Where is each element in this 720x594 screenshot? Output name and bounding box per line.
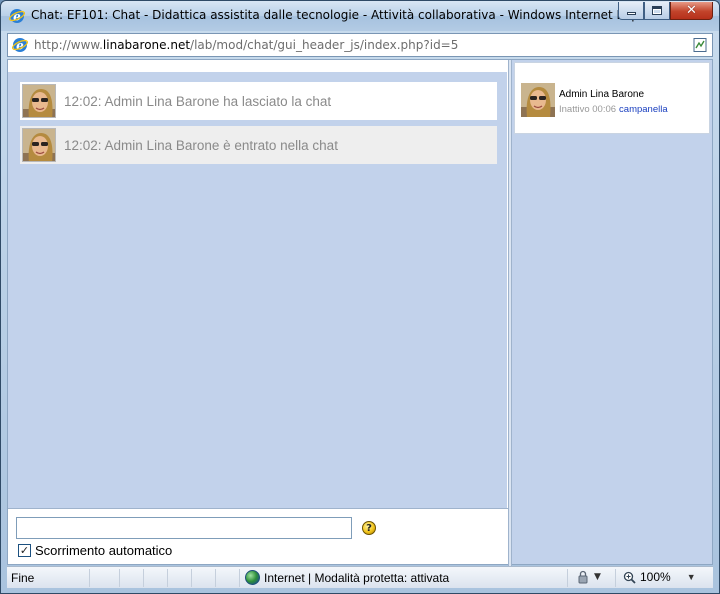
url-host: linabarone.net: [102, 38, 191, 52]
help-icon[interactable]: ?: [362, 521, 376, 535]
page-content: 12:02: Admin Lina Barone ha lasciato la …: [7, 59, 713, 566]
autoscroll-checkbox[interactable]: ✓: [18, 544, 31, 557]
avatar: [22, 128, 56, 162]
chat-message: 12:02: Admin Lina Barone ha lasciato la …: [20, 82, 497, 120]
message-input[interactable]: [16, 517, 352, 539]
idle-time: Inattivo 00:06: [559, 104, 617, 115]
ie-page-icon: e: [12, 38, 28, 53]
globe-icon: [245, 570, 260, 585]
avatar: [521, 83, 555, 117]
status-separator: [615, 569, 616, 587]
status-separator: [215, 569, 216, 587]
zoom-level: 100%: [640, 570, 671, 584]
avatar: [22, 84, 56, 118]
status-separator: [167, 569, 168, 587]
minimize-icon: [626, 12, 636, 15]
close-button[interactable]: ✕: [670, 2, 713, 20]
chat-messages-pane[interactable]: 12:02: Admin Lina Barone ha lasciato la …: [8, 60, 508, 508]
user-name: Admin Lina Barone: [559, 89, 645, 100]
users-pane: Admin Lina Barone Inattivo 00:06 campanel…: [512, 60, 712, 564]
browser-window: e Chat: EF101: Chat - Didattica assistit…: [0, 0, 720, 594]
zone-text: Internet | Modalità protetta: attivata: [264, 570, 450, 585]
close-icon: ✕: [686, 3, 697, 18]
status-separator: [119, 569, 120, 587]
bell-link[interactable]: campanella: [619, 104, 668, 115]
status-separator: [567, 569, 568, 587]
chat-top-strip: [8, 60, 508, 72]
url-prefix: http://www.: [34, 38, 103, 52]
lock-icon: [578, 570, 588, 584]
chat-message: 12:02: Admin Lina Barone è entrato nella…: [20, 126, 497, 164]
status-bar: Fine Internet | Modalità protetta: attiv…: [7, 566, 713, 588]
maximize-button[interactable]: [644, 2, 670, 20]
message-input-pane: ? ✓ Scorrimento automatico: [8, 508, 508, 564]
status-separator: [143, 569, 144, 587]
user-status: Inattivo 00:06 campanella: [559, 104, 668, 115]
message-text: 12:02: Admin Lina Barone è entrato nella…: [64, 137, 338, 153]
message-text: 12:02: Admin Lina Barone ha lasciato la …: [64, 93, 332, 109]
status-separator: [239, 569, 240, 587]
title-bar[interactable]: e Chat: EF101: Chat - Didattica assistit…: [1, 1, 719, 31]
zoom-icon: [623, 571, 636, 584]
url-text[interactable]: http://www.linabarone.net/lab/mod/chat/g…: [34, 38, 458, 52]
address-bar[interactable]: e http://www.linabarone.net/lab/mod/chat…: [7, 33, 713, 57]
chevron-down-icon: ▼: [686, 572, 696, 582]
maximize-icon: [652, 6, 662, 15]
status-text: Fine: [11, 571, 35, 585]
ie-logo-icon: e: [9, 9, 25, 24]
window-title: Chat: EF101: Chat - Didattica assistita …: [31, 8, 667, 22]
window-controls: ✕: [618, 2, 713, 20]
user-list-item: Admin Lina Barone Inattivo 00:06 campanel…: [514, 62, 710, 134]
status-separator: [191, 569, 192, 587]
url-path: /lab/mod/chat/gui_header_js/index.php?id…: [190, 38, 459, 52]
autoscroll-option[interactable]: ✓ Scorrimento automatico: [18, 543, 172, 558]
autoscroll-label: Scorrimento automatico: [35, 543, 173, 558]
compatibility-view-icon[interactable]: [692, 37, 708, 53]
minimize-button[interactable]: [618, 2, 644, 20]
status-separator: [89, 569, 90, 587]
protected-mode-toggle[interactable]: ▼: [575, 570, 601, 584]
security-zone[interactable]: Internet | Modalità protetta: attivata: [245, 570, 449, 585]
zoom-control[interactable]: 100% ▼: [623, 570, 696, 584]
chevron-down-icon: ▼: [594, 572, 601, 582]
